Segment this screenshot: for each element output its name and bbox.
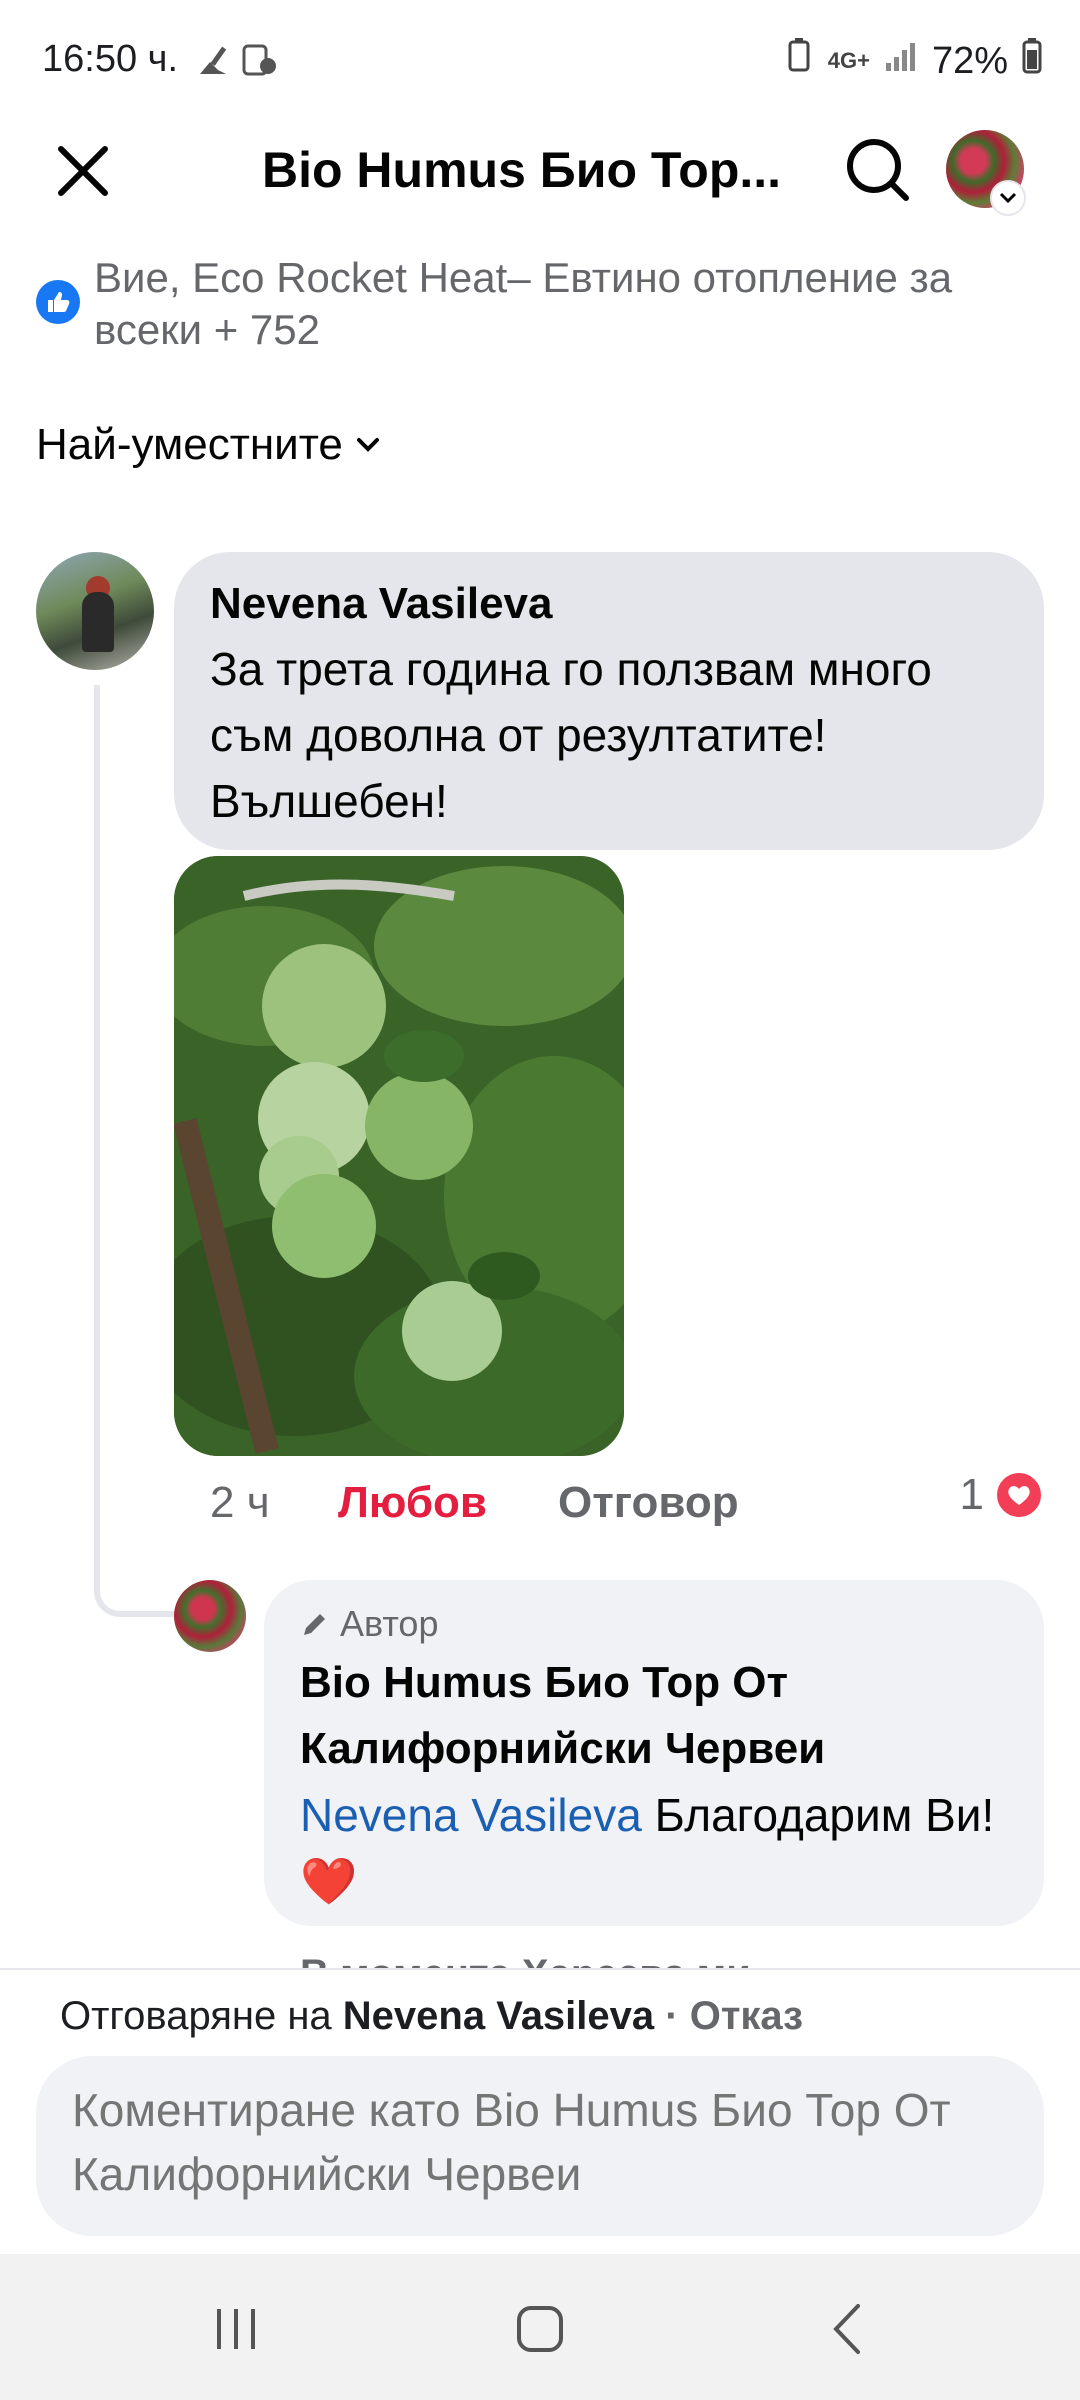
back-icon [833, 2304, 860, 2354]
recent-apps-icon [217, 2309, 255, 2349]
home-icon [517, 2306, 563, 2352]
replying-to-bar: Отговаряне на Nevena Vasileva · Отказ [60, 1994, 803, 2039]
mention-link[interactable]: Nevena Vasileva [300, 1789, 642, 1841]
comment-photo[interactable] [174, 856, 624, 1456]
close-icon [58, 146, 108, 196]
sort-label: Най-уместните [36, 420, 343, 469]
system-navbar [0, 2254, 1080, 2400]
love-reaction-button[interactable]: Любов [338, 1478, 558, 1528]
reaction-count[interactable]: 1 [960, 1470, 1044, 1520]
thread-line [94, 685, 176, 1617]
comment-composer: Отговаряне на Nevena Vasileva · Отказ [0, 1968, 1080, 2254]
comment-actions: 2 ч Любов Отговор 1 [210, 1470, 1044, 1536]
reaction-count-value: 1 [959, 1470, 984, 1519]
signal-icon [884, 39, 918, 83]
reply-author[interactable]: Bio Humus Био Тор От Калифорнийски Черве… [300, 1650, 1008, 1782]
close-button[interactable] [48, 136, 118, 206]
pencil-icon [304, 1614, 325, 1635]
avatar[interactable] [36, 552, 154, 670]
search-button[interactable] [838, 130, 918, 210]
replying-separator: · [654, 1994, 690, 2038]
comment-author[interactable]: Nevena Vasileva [210, 576, 1008, 632]
status-indicators: 4G+ 72% [784, 38, 1042, 84]
app-notification-icon [240, 40, 280, 80]
sort-dropdown[interactable]: Най-уместните [36, 420, 381, 470]
status-time: 16:50 ч. [42, 38, 179, 80]
reactions-summary[interactable]: Вие, Eco Rocket Heat– Евтино отопление з… [36, 252, 1046, 356]
reply-avatar[interactable] [174, 1580, 246, 1652]
comment-bubble[interactable]: Nevena Vasileva За трета година го ползв… [174, 552, 1044, 850]
comment-text: За трета година го ползвам много съм дов… [210, 643, 932, 827]
network-type: 4G+ [827, 48, 870, 73]
search-icon [847, 139, 909, 201]
cancel-reply-button[interactable]: Отказ [690, 1994, 803, 2038]
battery-icon [1022, 38, 1042, 84]
status-bar: 16:50 ч. 4G+ 72% [0, 0, 1080, 120]
battery-percent: 72% [931, 39, 1008, 82]
author-badge: Автор [300, 1602, 1008, 1646]
reply-bubble[interactable]: Автор Bio Humus Био Тор От Калифорнийски… [264, 1580, 1044, 1926]
chevron-down-icon[interactable] [990, 180, 1026, 216]
reactions-text: Вие, Eco Rocket Heat– Евтино отопление з… [94, 254, 953, 353]
replying-to-name: Nevena Vasileva [342, 1994, 655, 2038]
comment-input[interactable] [36, 2056, 1044, 2236]
replying-prefix: Отговаряне на [60, 1994, 343, 2038]
chevron-down-icon [356, 438, 379, 452]
reply-button[interactable]: Отговор [558, 1478, 739, 1528]
author-tag-label: Автор [340, 1603, 439, 1644]
back-button[interactable] [796, 2294, 896, 2364]
battery-saver-icon [784, 38, 814, 84]
cleaning-broom-icon [196, 40, 236, 80]
header-bar: Bio Humus Био Тор... [0, 120, 1080, 220]
home-button[interactable] [490, 2294, 590, 2364]
recent-apps-button[interactable] [186, 2294, 286, 2364]
page-title: Bio Humus Био Тор... [262, 142, 782, 198]
reply-text: Nevena Vasileva Благодарим Ви!❤️ [300, 1782, 1008, 1914]
like-icon [36, 280, 80, 324]
heart-icon [994, 1470, 1044, 1520]
comment-time: 2 ч [210, 1478, 270, 1527]
reply-meta: В момента Харесва ми [300, 1948, 751, 1968]
